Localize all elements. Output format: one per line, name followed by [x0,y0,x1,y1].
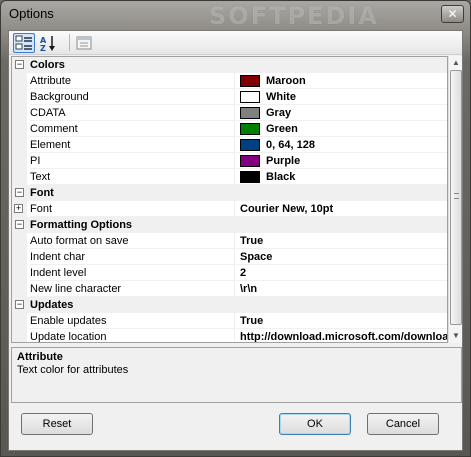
scroll-up-arrow-icon[interactable]: ▲ [449,56,463,70]
vertical-scrollbar[interactable]: ▲ ▼ [448,56,462,343]
collapse-icon[interactable]: − [15,60,24,69]
property-name: Text [30,169,235,185]
category-updates[interactable]: − Updates [12,297,447,313]
property-name: Font [30,201,235,217]
property-name: Enable updates [30,313,235,329]
property-name: New line character [30,281,235,297]
category-colors[interactable]: − Colors [12,57,447,73]
property-row-enable-updates[interactable]: Enable updates True [12,313,447,329]
cancel-button[interactable]: Cancel [367,413,439,435]
color-swatch [240,171,260,183]
color-swatch [240,123,260,135]
property-value[interactable]: Black [236,169,447,185]
expand-icon[interactable]: + [14,204,23,213]
property-value[interactable]: 2 [236,265,447,281]
collapse-icon[interactable]: − [15,300,24,309]
svg-text:Z: Z [40,44,46,52]
window-title: Options [9,6,54,21]
property-value[interactable]: True [236,313,447,329]
scroll-thumb[interactable] [450,70,462,325]
color-swatch [240,91,260,103]
description-text: Text color for attributes [17,364,129,376]
category-font[interactable]: − Font [12,185,447,201]
property-name: Auto format on save [30,233,235,249]
property-row-indent-char[interactable]: Indent char Space [12,249,447,265]
property-name: Indent char [30,249,235,265]
property-value[interactable]: Green [236,121,447,137]
property-name: Background [30,89,235,105]
scroll-down-arrow-icon[interactable]: ▼ [449,329,463,343]
property-row-comment[interactable]: Comment Green [12,121,447,137]
category-label: Font [30,187,54,199]
color-swatch [240,75,260,87]
property-value[interactable]: Courier New, 10pt [236,201,447,217]
category-label: Formatting Options [30,219,133,231]
property-grid: − Colors Attribute Maroon Background Whi… [11,56,448,343]
toolbar-separator [69,34,70,51]
property-name: Attribute [30,73,235,89]
reset-button[interactable]: Reset [21,413,93,435]
color-swatch [240,107,260,119]
property-value[interactable]: Purple [236,153,447,169]
collapse-icon[interactable]: − [15,220,24,229]
category-label: Updates [30,299,74,311]
property-row-pi[interactable]: PI Purple [12,153,447,169]
property-value[interactable]: Space [236,249,447,265]
alphabetical-sort-icon: A Z [40,36,55,53]
options-window: Options SOFTPEDIA ✕ A Z − Colors Attribu… [0,0,471,457]
property-row-background[interactable]: Background White [12,89,447,105]
property-row-new-line[interactable]: New line character \r\n [12,281,447,297]
dialog-client-area: A Z − Colors Attribute Maroon Background… [8,30,463,451]
description-title: Attribute [17,351,63,363]
property-row-update-location[interactable]: Update location http://download.microsof… [12,329,447,342]
property-name: Element [30,137,235,153]
property-value[interactable]: \r\n [236,281,447,297]
property-grid-toolbar: A Z [9,31,462,55]
property-value[interactable]: 0, 64, 128 [236,137,447,153]
property-row-text[interactable]: Text Black [12,169,447,185]
property-row-attribute[interactable]: Attribute Maroon [12,73,447,89]
softpedia-watermark: SOFTPEDIA [209,2,379,30]
property-name: Comment [30,121,235,137]
property-value[interactable]: http://download.microsoft.com/download [236,329,447,342]
category-formatting-options[interactable]: − Formatting Options [12,217,447,233]
property-pages-icon [76,36,92,50]
property-value[interactable]: Maroon [236,73,447,89]
property-value[interactable]: Gray [236,105,447,121]
property-pages-button[interactable] [73,33,95,53]
title-bar[interactable]: Options SOFTPEDIA ✕ [1,1,470,30]
alphabetical-button[interactable]: A Z [37,33,59,53]
property-name: CDATA [30,105,235,121]
close-button[interactable]: ✕ [441,5,464,23]
property-row-font[interactable]: + Font Courier New, 10pt [12,201,447,217]
categorized-icon [15,35,32,50]
color-swatch [240,155,260,167]
category-label: Colors [30,59,65,71]
color-swatch [240,139,260,151]
categorized-button[interactable] [13,33,35,53]
property-value[interactable]: True [236,233,447,249]
property-row-element[interactable]: Element 0, 64, 128 [12,137,447,153]
property-row-indent-level[interactable]: Indent level 2 [12,265,447,281]
property-name: Update location [30,329,235,342]
property-name: Indent level [30,265,235,281]
property-value[interactable]: White [236,89,447,105]
property-row-cdata[interactable]: CDATA Gray [12,105,447,121]
description-pane: Attribute Text color for attributes [11,347,462,403]
ok-button[interactable]: OK [279,413,351,435]
property-name: PI [30,153,235,169]
property-row-auto-format[interactable]: Auto format on save True [12,233,447,249]
collapse-icon[interactable]: − [15,188,24,197]
grip-icon [454,193,459,199]
